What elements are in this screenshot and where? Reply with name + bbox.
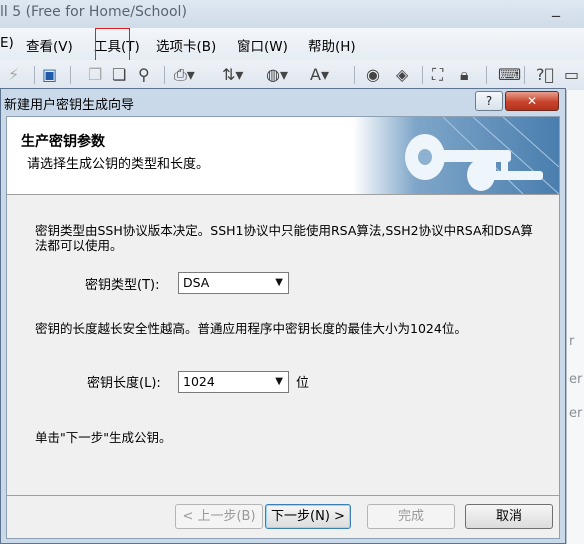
menu-tabs[interactable]: 选项卡(B) bbox=[156, 35, 216, 55]
key-type-label: 密钥类型(T): bbox=[85, 278, 160, 293]
copy-icon[interactable]: ❐ bbox=[88, 65, 102, 85]
terminal-edge: r er er bbox=[566, 90, 584, 544]
properties-icon[interactable]: ▣ bbox=[42, 65, 57, 85]
next-button[interactable]: 下一步(N) > bbox=[265, 504, 351, 529]
app-title: ll 5 (Free for Home/School) bbox=[0, 4, 187, 20]
toolbar-separator bbox=[422, 66, 423, 84]
menu-edit[interactable]: E) bbox=[0, 35, 14, 51]
disconnect-icon[interactable]: ⚡ bbox=[8, 65, 19, 85]
lock-icon[interactable]: 🔒︎ bbox=[460, 65, 469, 85]
terminal-text-fragment: er bbox=[569, 372, 583, 387]
fullscreen-icon[interactable]: ⛶ bbox=[432, 65, 443, 85]
terminal-text-fragment: er bbox=[569, 406, 583, 421]
banner-subtitle: 请选择生成公钥的类型和长度。 bbox=[27, 157, 210, 172]
print-icon[interactable]: ⎙▾ bbox=[174, 65, 195, 85]
new-user-key-wizard-dialog: 新建用户密钥生成向导 ? ✕ 生产密钥参数 请选择生成公钥的类型和长度。 密钥类… bbox=[0, 88, 566, 544]
banner-title: 生产密钥参数 bbox=[21, 134, 105, 150]
menu-view[interactable]: 查看(V) bbox=[26, 35, 73, 55]
dialog-title: 新建用户密钥生成向导 bbox=[4, 98, 135, 113]
key-length-label: 密钥长度(L): bbox=[87, 376, 161, 391]
menu-bar: E) 查看(V) 工具(T) 选项卡(B) 窗口(W) 帮助(H) bbox=[0, 28, 584, 60]
app-title-bar: ll 5 (Free for Home/School) _ bbox=[0, 0, 584, 28]
script-icon[interactable]: ◈ bbox=[396, 65, 408, 85]
finish-button[interactable]: 完成 bbox=[367, 504, 455, 529]
key-type-value: DSA bbox=[183, 275, 210, 290]
key-type-select[interactable]: DSA ▼ bbox=[178, 272, 289, 294]
font-icon[interactable]: A▾ bbox=[310, 65, 329, 85]
key-length-select[interactable]: 1024 ▼ bbox=[178, 371, 289, 393]
toolbar: ⚡ ▣ ❐ ❏ ⚲ ⎙▾ ⇅▾ ◍▾ A▾ ◉ ◈ ⛶ 🔒︎ ⌨ ?⃝ ▭ bbox=[0, 60, 584, 90]
close-button[interactable]: ✕ bbox=[505, 91, 559, 111]
globe-icon[interactable]: ◍▾ bbox=[266, 65, 288, 85]
chevron-down-icon: ▼ bbox=[275, 376, 283, 387]
key-type-description: 密钥类型由SSH协议版本决定。SSH1协议中只能使用RSA算法,SSH2协议中R… bbox=[35, 223, 533, 253]
help-button[interactable]: ? bbox=[475, 91, 503, 111]
toolbar-separator bbox=[524, 66, 525, 84]
back-button[interactable]: < 上一步(B) bbox=[175, 504, 263, 529]
toolbar-separator bbox=[486, 66, 487, 84]
dialog-client: 生产密钥参数 请选择生成公钥的类型和长度。 密钥类型由SSH协议版本决定。SSH… bbox=[6, 116, 560, 539]
minimize-button[interactable]: _ bbox=[552, 0, 560, 17]
key-length-value: 1024 bbox=[183, 374, 215, 389]
keys-icon bbox=[353, 117, 559, 194]
transfer-icon[interactable]: ⇅▾ bbox=[222, 65, 243, 85]
help-icon[interactable]: ?⃝ bbox=[536, 65, 554, 85]
chat-icon[interactable]: ▭ bbox=[564, 65, 579, 85]
menu-window[interactable]: 窗口(W) bbox=[237, 35, 288, 55]
key-length-unit: 位 bbox=[296, 376, 310, 391]
find-icon[interactable]: ⚲ bbox=[138, 65, 150, 85]
paste-icon[interactable]: ❏ bbox=[112, 65, 126, 85]
keyboard-icon[interactable]: ⌨ bbox=[498, 65, 521, 85]
footer-divider bbox=[7, 495, 559, 496]
chevron-down-icon: ▼ bbox=[275, 277, 283, 288]
toolbar-separator bbox=[354, 66, 355, 84]
toolbar-separator bbox=[34, 66, 35, 84]
toolbar-separator bbox=[70, 66, 71, 84]
next-step-hint: 单击"下一步"生成公钥。 bbox=[35, 430, 172, 445]
terminal-text-fragment: r bbox=[569, 334, 575, 349]
xftp-icon[interactable]: ◉ bbox=[366, 65, 380, 85]
cancel-button[interactable]: 取消 bbox=[465, 504, 553, 529]
key-length-description: 密钥的长度越长安全性越高。普通应用程序中密钥长度的最佳大小为1024位。 bbox=[35, 321, 467, 336]
toolbar-separator bbox=[164, 66, 165, 84]
wizard-banner: 生产密钥参数 请选择生成公钥的类型和长度。 bbox=[7, 117, 559, 195]
menu-help[interactable]: 帮助(H) bbox=[308, 35, 356, 55]
